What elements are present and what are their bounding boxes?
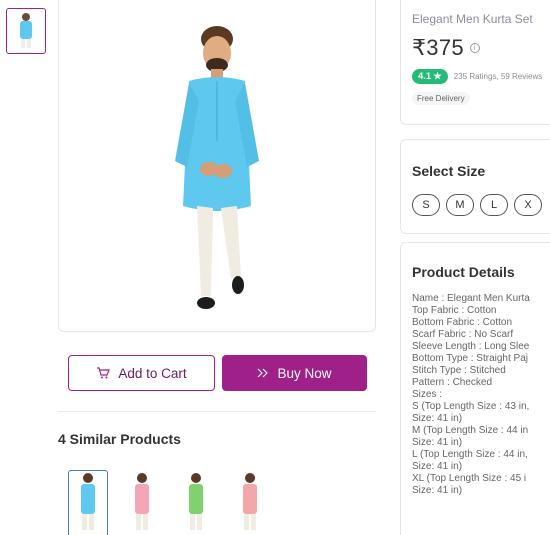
product-info-card: Elegant Men Kurta Set ₹375 i 4.1 ★ 235 R… [400, 0, 550, 125]
info-icon[interactable]: i [469, 43, 480, 53]
detail-line: Pattern : Checked [412, 377, 493, 388]
detail-line: L (Top Length Size : 44 in, [412, 449, 528, 460]
kurta-thumbnail-figure [20, 13, 32, 48]
detail-line: XL (Top Length Size : 45 i [412, 473, 527, 484]
thumbnail-image[interactable] [6, 8, 46, 54]
detail-line: Size: 41 in) [412, 485, 463, 496]
add-to-cart-label: Add to Cart [118, 365, 187, 381]
detail-line: Name : Elegant Men Kurta [412, 293, 530, 304]
product-details-list: Name : Elegant Men Kurta Top Fabric : Cot… [412, 293, 550, 497]
detail-line: Bottom Fabric : Cotton [412, 317, 513, 328]
detail-line: Size: 41 in) [412, 461, 463, 472]
select-size-title: Select Size [412, 163, 486, 179]
size-options: SMLX [412, 194, 550, 216]
similar-product-figure [243, 473, 257, 530]
detail-line: M (Top Length Size : 44 in [412, 425, 529, 436]
action-buttons: Add to Cart Buy Now [68, 355, 367, 391]
size-option-l[interactable]: L [480, 194, 508, 216]
detail-line: Stitch Type : Stitched [412, 365, 506, 376]
rating-value: 4.1 [418, 71, 432, 82]
similar-product-thumbnail[interactable] [176, 470, 216, 535]
double-chevron-right-icon [258, 368, 269, 378]
product-title: Elegant Men Kurta Set [412, 12, 533, 26]
add-to-cart-button[interactable]: Add to Cart [68, 355, 215, 391]
rating-badge: 4.1 ★ [412, 69, 448, 84]
size-option-m[interactable]: M [446, 194, 474, 216]
product-details-card: Product Details Name : Elegant Men Kurta… [400, 242, 550, 535]
ratings-count: 235 Ratings, 59 Reviews [453, 72, 543, 81]
free-delivery-badge: Free Delivery [412, 92, 470, 105]
similar-product-thumbnail[interactable] [230, 470, 270, 535]
detail-line: Size: 41 in) [412, 437, 463, 448]
similar-product-figure [135, 473, 149, 530]
detail-line: S (Top Length Size : 43 in, [412, 401, 530, 412]
similar-product-thumbnail[interactable] [122, 470, 162, 535]
buy-now-label: Buy Now [277, 365, 332, 381]
product-price: ₹375 [412, 35, 464, 60]
thumbnail-strip [6, 8, 46, 54]
main-product-image[interactable] [58, 0, 376, 332]
detail-line: Bottom Type : Straight Paj [412, 353, 528, 364]
size-option-x[interactable]: X [514, 194, 542, 216]
detail-line: Size: 41 in) [412, 413, 463, 424]
detail-line: Sleeve Length : Long Slee [412, 341, 530, 352]
similar-product-thumbnail[interactable] [68, 470, 108, 535]
star-icon: ★ [433, 71, 442, 82]
similar-products-title: 4 Similar Products [58, 431, 181, 447]
similar-product-figure [81, 473, 95, 530]
detail-line: Top Fabric : Cotton [412, 305, 497, 316]
section-divider [58, 411, 376, 412]
similar-products-list [68, 470, 270, 535]
buy-now-button[interactable]: Buy Now [222, 355, 367, 391]
size-option-s[interactable]: S [412, 194, 440, 216]
detail-line: Scarf Fabric : No Scarf [412, 329, 514, 340]
kurta-model-figure [175, 25, 259, 309]
detail-line: Sizes : [412, 389, 443, 400]
cart-icon [97, 367, 111, 379]
size-select-card: Select Size SMLX [400, 139, 550, 234]
product-details-title: Product Details [412, 264, 515, 280]
product-price-row: ₹375 i [412, 35, 550, 61]
rating-row: 4.1 ★ 235 Ratings, 59 Reviews [412, 69, 550, 84]
similar-product-figure [189, 473, 203, 530]
